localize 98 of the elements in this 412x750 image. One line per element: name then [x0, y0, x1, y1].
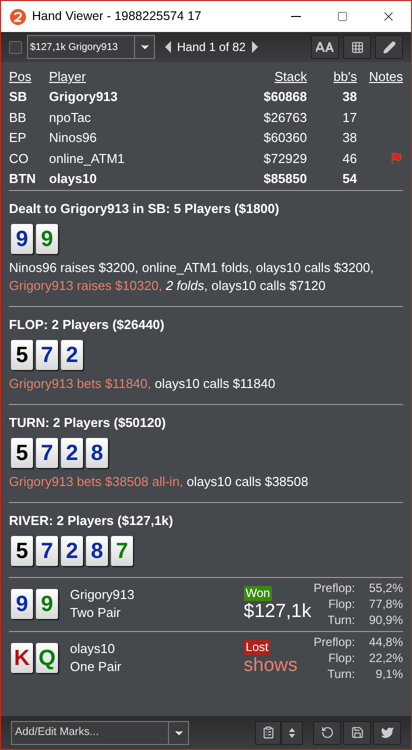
equity-label: Turn:	[326, 666, 355, 682]
checkbox[interactable]	[9, 40, 22, 54]
stack-cell-text: $60360	[262, 129, 307, 147]
hand-counter: Hand 1 of 82	[177, 39, 246, 56]
playing-card: 7	[36, 536, 58, 566]
equity-value: 55,2%	[368, 580, 403, 596]
flag-icon	[390, 152, 403, 166]
column-header[interactable]: Player	[49, 67, 237, 87]
street-heading: TURN: 2 Players ($50120)	[9, 414, 167, 430]
sort-button[interactable]	[281, 720, 303, 744]
result-amount: $127,1k	[244, 600, 312, 622]
player-name-cell-text: Grigory913	[49, 88, 119, 106]
equity-value: 9,1%	[374, 666, 403, 682]
result-badge: Won	[244, 586, 272, 600]
stack-cell-text: $72929	[262, 150, 307, 168]
twitter-button[interactable]	[373, 720, 401, 744]
playing-card: 2	[61, 438, 83, 468]
playing-card: 5	[11, 340, 33, 370]
equity-value: 44,8%	[368, 634, 403, 650]
pencil-icon	[382, 40, 396, 54]
notes-button[interactable]	[255, 720, 281, 744]
position-cell-text: BB	[9, 108, 28, 126]
playing-card: 2	[61, 340, 83, 370]
playing-card: 5	[11, 438, 33, 468]
action-line: Grigory913 bets $11840, olays10 calls $11840	[9, 374, 276, 392]
reload-icon	[320, 726, 334, 739]
app-logo-icon	[10, 8, 26, 24]
grid-button[interactable]	[343, 35, 371, 59]
equity-value: 22,2%	[368, 650, 403, 666]
equity-label: Turn:	[326, 612, 355, 628]
equity-value: 90,9%	[368, 612, 403, 628]
result-badge: Lost	[244, 640, 270, 654]
playing-card: 8	[86, 536, 108, 566]
playing-card: 9	[11, 224, 33, 254]
position-cell-text: EP	[9, 129, 28, 147]
playing-card: 7	[111, 536, 133, 566]
playing-card: 9	[36, 224, 58, 254]
position-cell-text: CO	[9, 150, 30, 168]
playing-card: 5	[11, 536, 33, 566]
hand-rank: One Pair	[70, 658, 122, 676]
big-blinds-cell-text: 38	[342, 129, 357, 147]
hand-rank: Two Pair	[70, 604, 122, 622]
hand-select-dropdown[interactable]: $127,1k Grigory913	[27, 35, 155, 59]
bird-icon	[380, 726, 394, 739]
reload-button[interactable]	[313, 720, 341, 744]
save-button[interactable]	[343, 720, 371, 744]
result-amount: shows	[244, 654, 298, 676]
big-blinds-cell-text: 38	[342, 88, 357, 106]
equity-value: 77,8%	[368, 596, 403, 612]
equity-label: Preflop:	[314, 634, 355, 650]
previous-icon[interactable]	[165, 41, 171, 53]
sort-icon	[289, 726, 295, 738]
player-name-cell-text: olays10	[49, 170, 98, 188]
action-line: Ninos96 raises $3200, online_ATM1 folds, olays10 calls $3200,	[9, 258, 375, 276]
stack-cell-text: $85850	[262, 170, 307, 188]
playing-card: K	[11, 643, 33, 673]
stack-cell-text: $60868	[262, 88, 307, 106]
column-header[interactable]: Notes	[357, 67, 403, 87]
font-size-button[interactable]	[311, 35, 339, 59]
player-name-cell-text: npoTac	[49, 108, 92, 127]
street-heading: FLOP: 2 Players ($26440)	[9, 316, 166, 332]
big-blinds-cell-text: 17	[342, 108, 357, 126]
playing-card: 7	[36, 340, 58, 370]
save-icon	[350, 726, 364, 739]
street-heading: RIVER: 2 Players ($127,1k)	[9, 512, 174, 528]
playing-card: 9	[11, 589, 33, 619]
maximize-icon	[336, 11, 348, 22]
player-name: olays10	[70, 640, 116, 658]
grid-icon	[350, 40, 364, 54]
action-line: Grigory913 raises $10320, 2 folds, olays10 calls $7120	[9, 276, 327, 294]
minimize-icon	[291, 16, 301, 17]
playing-card: 8	[86, 438, 108, 468]
playing-card: 9	[36, 589, 58, 619]
big-blinds-cell-text: 46	[342, 150, 357, 168]
playing-card: 7	[36, 438, 58, 468]
equity-label: Flop:	[327, 596, 355, 612]
position-cell-text: BTN	[9, 170, 37, 188]
player-name-cell-text: online_ATM1	[49, 150, 126, 168]
column-header[interactable]: bb's	[307, 67, 357, 87]
next-icon[interactable]	[252, 41, 258, 53]
edit-button[interactable]	[375, 35, 403, 59]
player-name-cell-text: Ninos96	[49, 129, 98, 147]
action-line: Grigory913 bets $38508 all-in, olays10 calls $38508	[9, 472, 310, 490]
playing-card: Q	[36, 643, 58, 673]
column-header[interactable]: Pos	[9, 67, 49, 87]
marks-dropdown[interactable]: Add/Edit Marks...	[11, 720, 189, 744]
stack-cell-text: $26763	[262, 108, 307, 126]
playing-card: 2	[61, 536, 83, 566]
equity-label: Preflop:	[314, 580, 355, 596]
street-heading: Dealt to Grigory913 in SB: 5 Players ($1800)	[9, 200, 280, 216]
equity-label: Flop:	[327, 650, 355, 666]
player-name: Grigory913	[70, 586, 134, 604]
clipboard-icon	[262, 726, 274, 739]
position-cell-text: SB	[9, 88, 28, 106]
font-size-icon	[316, 42, 334, 52]
window-title: Hand Viewer - 1988225574 17	[32, 8, 202, 26]
column-header[interactable]: Stack	[237, 67, 307, 87]
big-blinds-cell-text: 54	[342, 170, 357, 188]
